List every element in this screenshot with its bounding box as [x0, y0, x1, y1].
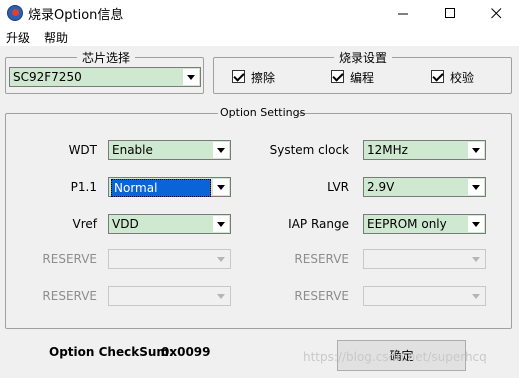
system-clock-value: 12MHz: [367, 143, 408, 157]
chevron-down-icon[interactable]: [468, 179, 484, 195]
maximize-button[interactable]: [427, 0, 473, 26]
verify-label: 校验: [450, 71, 475, 85]
verify-checkbox[interactable]: [431, 70, 444, 83]
lvr-label: LVR: [327, 180, 349, 194]
title-bar: 烧录Option信息: [0, 0, 519, 26]
close-icon: [490, 7, 501, 18]
lvr-dropdown[interactable]: 2.9V: [363, 177, 486, 197]
vref-value: VDD: [112, 217, 139, 231]
chevron-down-icon[interactable]: [183, 69, 199, 85]
menu-upgrade[interactable]: 升级: [6, 29, 30, 46]
p11-label: P1.1: [70, 180, 97, 194]
lvr-value: 2.9V: [367, 180, 395, 194]
reserve-label-left-2: RESERVE: [42, 289, 97, 303]
chip-select-dropdown[interactable]: SC92F7250: [9, 67, 201, 87]
menu-bar: 升级 帮助: [0, 26, 519, 46]
option-settings-legend: Option Settings: [218, 106, 306, 119]
dialog-window: 烧录Option信息 升级 帮助 芯片选择 SC92F7250 烧录设置 擦除 …: [0, 0, 519, 378]
program-label: 编程: [350, 71, 375, 85]
close-button[interactable]: [473, 0, 519, 26]
wdt-label: WDT: [68, 143, 97, 157]
chip-select-value: SC92F7250: [13, 70, 82, 84]
reserve-dropdown-left-1: [108, 249, 231, 269]
iap-range-dropdown[interactable]: EEPROM only: [363, 214, 486, 234]
p11-value: Normal: [111, 179, 211, 197]
app-icon: [7, 5, 23, 21]
chevron-down-icon[interactable]: [468, 142, 484, 158]
checksum-label: Option CheckSum:: [49, 345, 174, 359]
reserve-dropdown-right-1: [363, 249, 486, 269]
chevron-down-icon: [468, 288, 484, 304]
minimize-icon: [397, 13, 408, 14]
menu-help[interactable]: 帮助: [44, 29, 68, 46]
chevron-down-icon[interactable]: [468, 216, 484, 232]
chevron-down-icon: [213, 288, 229, 304]
system-clock-dropdown[interactable]: 12MHz: [363, 140, 486, 160]
minimize-button[interactable]: [380, 0, 426, 26]
reserve-label-left-1: RESERVE: [42, 252, 97, 266]
reserve-dropdown-right-2: [363, 286, 486, 306]
iap-range-label: IAP Range: [288, 217, 349, 231]
chevron-down-icon[interactable]: [213, 179, 229, 195]
reserve-label-right-1: RESERVE: [294, 252, 349, 266]
vref-dropdown[interactable]: VDD: [108, 214, 231, 234]
checksum-value: 0x0099: [161, 345, 211, 359]
system-clock-label: System clock: [269, 143, 349, 157]
erase-checkbox[interactable]: [232, 70, 245, 83]
chevron-down-icon[interactable]: [213, 216, 229, 232]
p11-dropdown[interactable]: Normal: [108, 177, 231, 197]
vref-label: Vref: [72, 217, 98, 231]
program-checkbox[interactable]: [331, 70, 344, 83]
iap-range-value: EEPROM only: [367, 217, 447, 231]
reserve-label-right-2: RESERVE: [294, 289, 349, 303]
wdt-dropdown[interactable]: Enable: [108, 140, 231, 160]
chevron-down-icon[interactable]: [213, 142, 229, 158]
chevron-down-icon: [213, 251, 229, 267]
wdt-value: Enable: [112, 143, 153, 157]
erase-label: 擦除: [251, 71, 276, 85]
chevron-down-icon: [468, 251, 484, 267]
watermark-text: https://blog.csdn.net/superhcq: [303, 350, 487, 364]
reserve-dropdown-left-2: [108, 286, 231, 306]
window-title: 烧录Option信息: [28, 8, 124, 23]
maximize-icon: [444, 7, 455, 18]
burn-settings-legend: 烧录设置: [334, 49, 392, 66]
chip-select-legend: 芯片选择: [77, 49, 135, 66]
